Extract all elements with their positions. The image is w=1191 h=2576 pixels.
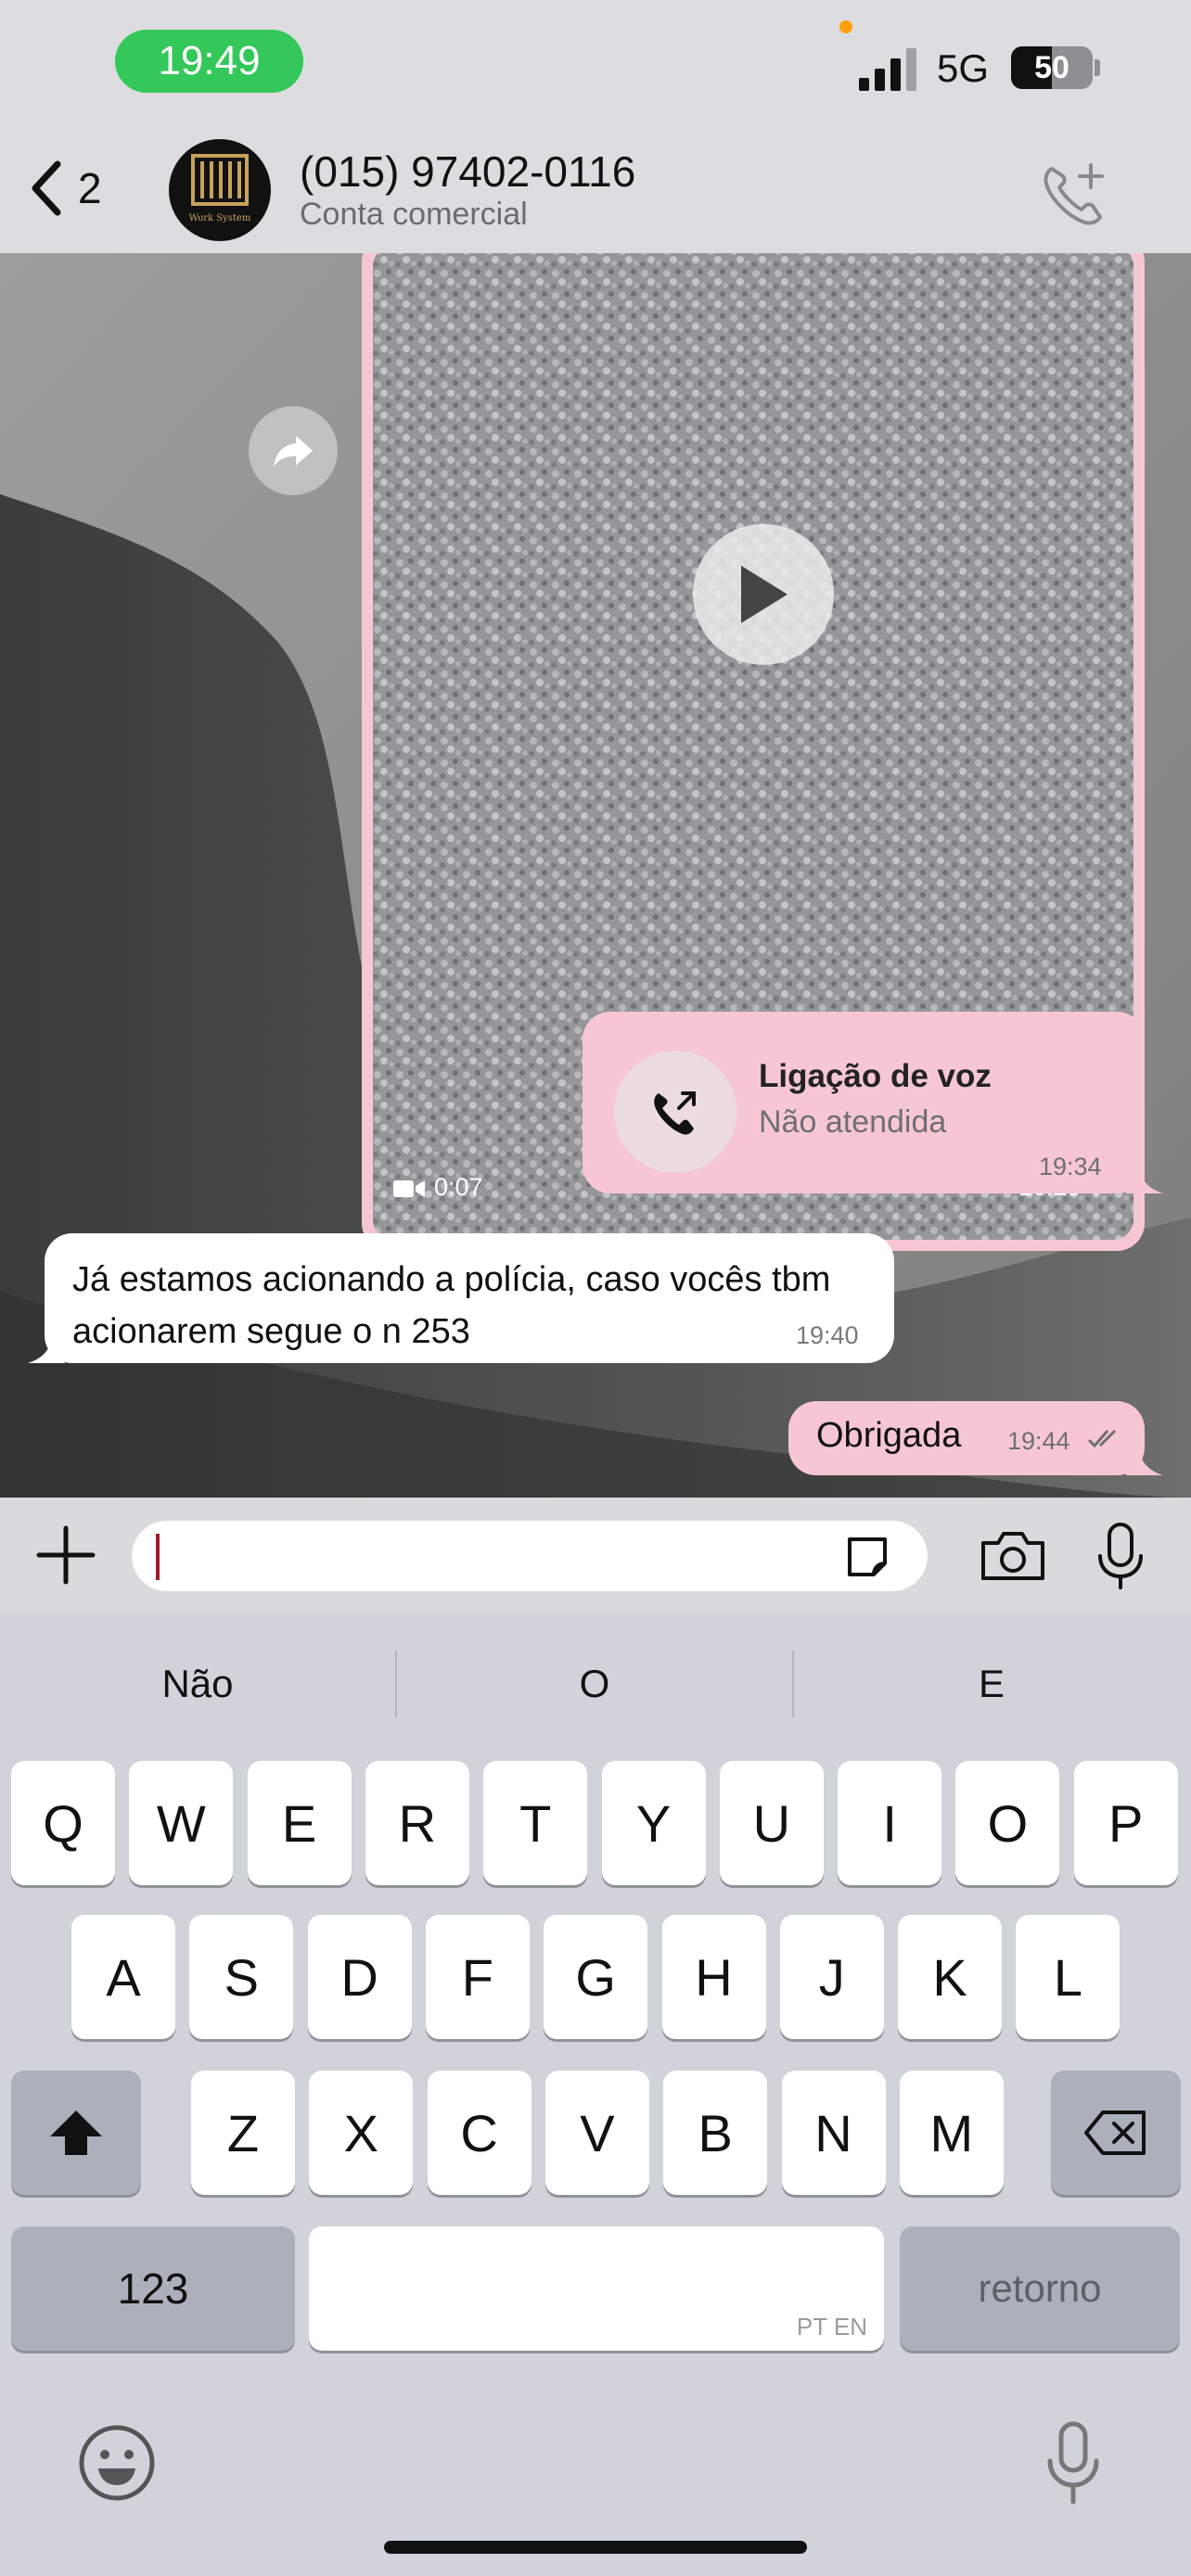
key-t[interactable]: T (483, 1761, 588, 1885)
chevron-left-icon (32, 160, 61, 216)
home-indicator (384, 2541, 807, 2554)
message-time: 19:40 (796, 1321, 859, 1349)
bubble-tail (28, 1326, 65, 1363)
camera-icon[interactable] (978, 1528, 1048, 1584)
message-text: Obrigada (816, 1416, 962, 1455)
suggestion-2[interactable]: O (397, 1651, 792, 1717)
avatar[interactable]: Work System (169, 139, 271, 241)
backspace-icon (1084, 2111, 1146, 2155)
call-title: Ligação de voz (759, 1058, 992, 1094)
key-i[interactable]: I (838, 1761, 942, 1885)
key-y[interactable]: Y (601, 1761, 706, 1885)
plus-icon[interactable] (33, 1523, 98, 1588)
phone-plus-icon[interactable] (1039, 159, 1109, 230)
key-q[interactable]: Q (11, 1761, 115, 1885)
return-key[interactable]: retorno (900, 2226, 1180, 2351)
forward-button[interactable] (249, 406, 338, 495)
message-input[interactable] (132, 1521, 928, 1591)
battery-percent: 50 (1034, 49, 1069, 85)
key-r[interactable]: R (365, 1761, 469, 1885)
battery-icon: 50 (1011, 46, 1100, 89)
chat-area[interactable]: 0:07 16:29 Ligação de voz Não atendida 1… (0, 253, 1191, 1498)
sticker-icon[interactable] (842, 1532, 892, 1582)
key-s[interactable]: S (189, 1915, 294, 2039)
incoming-message[interactable]: Já estamos acionando a polícia, caso voc… (45, 1233, 894, 1363)
key-o[interactable]: O (955, 1761, 1060, 1885)
microphone-icon[interactable] (1093, 1521, 1148, 1591)
key-l[interactable]: L (1016, 1915, 1121, 2039)
key-v[interactable]: V (544, 2071, 649, 2195)
video-duration: 0:07 (434, 1173, 483, 1201)
message-time: 19:44 (1007, 1427, 1070, 1455)
key-j[interactable]: J (779, 1915, 884, 2039)
key-u[interactable]: U (719, 1761, 824, 1885)
key-m[interactable]: M (899, 2071, 1004, 2195)
contact-name[interactable]: (015) 97402-0116 (300, 147, 635, 197)
shift-key[interactable] (11, 2071, 141, 2195)
message-time: 19:34 (1039, 1153, 1102, 1180)
read-check-icon (1087, 1429, 1117, 1448)
network-type: 5G (937, 46, 990, 90)
space-language-label: PT EN (796, 2313, 867, 2340)
key-z[interactable]: Z (191, 2071, 295, 2195)
key-g[interactable]: G (544, 1915, 648, 2039)
message-text: Já estamos acionando a polícia, caso voc… (72, 1260, 831, 1351)
back-button[interactable]: 2 (28, 156, 130, 221)
suggestion-1[interactable]: Não (0, 1651, 395, 1717)
forward-icon (274, 436, 313, 467)
key-k[interactable]: K (898, 1915, 1003, 2039)
key-w[interactable]: W (129, 1761, 234, 1885)
signal-icon (859, 48, 916, 91)
svg-text:Work System: Work System (189, 213, 251, 223)
status-time: 19:49 (115, 30, 303, 93)
key-f[interactable]: F (425, 1915, 530, 2039)
key-e[interactable]: E (247, 1761, 352, 1885)
outgoing-message[interactable]: Obrigada 19:44 (788, 1401, 1145, 1475)
key-p[interactable]: P (1073, 1761, 1178, 1885)
work-system-logo: Work System (189, 154, 251, 223)
video-camera-icon (393, 1180, 425, 1197)
key-b[interactable]: B (663, 2071, 768, 2195)
play-button[interactable] (693, 524, 834, 665)
suggestion-3[interactable]: E (794, 1651, 1189, 1717)
call-status: Não atendida (759, 1104, 947, 1140)
key-c[interactable]: C (427, 2071, 531, 2195)
contact-subtitle: Conta comercial (300, 197, 528, 232)
space-key[interactable]: PT EN (309, 2226, 884, 2351)
outgoing-call-icon (654, 1091, 696, 1135)
privacy-indicator-dot (839, 20, 852, 33)
bubble-tail (1126, 1438, 1163, 1475)
key-h[interactable]: H (661, 1915, 766, 2039)
call-icon-circle (614, 1051, 736, 1173)
key-x[interactable]: X (309, 2071, 414, 2195)
shift-icon (50, 2111, 102, 2155)
voice-call-message[interactable]: Ligação de voz Não atendida 19:34 (583, 1012, 1145, 1193)
text-caret (156, 1534, 160, 1580)
key-d[interactable]: D (307, 1915, 412, 2039)
play-icon (741, 566, 788, 623)
unread-count: 2 (78, 164, 102, 212)
key-n[interactable]: N (781, 2071, 886, 2195)
dictation-mic-icon[interactable] (1043, 2420, 1104, 2507)
numbers-key[interactable]: 123 (11, 2226, 295, 2351)
bubble-tail (1126, 1156, 1163, 1193)
emoji-icon[interactable] (76, 2422, 158, 2504)
backspace-key[interactable] (1051, 2071, 1181, 2195)
key-a[interactable]: A (71, 1915, 175, 2039)
